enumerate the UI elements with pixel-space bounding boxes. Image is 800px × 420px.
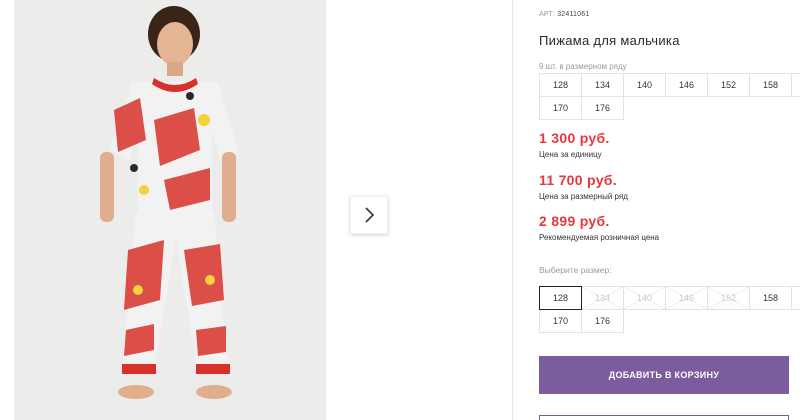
size-option-128[interactable]: 128 [539, 286, 582, 310]
size-option-176[interactable]: 176 [581, 309, 624, 333]
series-size-cell: 140 [623, 73, 666, 97]
unit-price-label: Цена за единицу [539, 150, 602, 159]
series-size-cell: 164 [791, 73, 800, 97]
size-option-146[interactable]: 146 [665, 286, 708, 310]
product-page: АРТ: 32411061 Пижама для мальчика 9 шт. … [0, 0, 800, 420]
article-code: 32411061 [557, 11, 590, 18]
product-gallery [14, 0, 326, 420]
series-price-label: Цена за размерный ряд [539, 192, 628, 201]
size-option-158[interactable]: 158 [749, 286, 792, 310]
series-size-cell: 170 [539, 96, 582, 120]
product-photo [14, 0, 326, 420]
article-number: АРТ: 32411061 [539, 11, 589, 18]
size-option-170[interactable]: 170 [539, 309, 582, 333]
retail-price-label: Рекомендуемая розничная цена [539, 233, 660, 242]
add-to-cart-button[interactable]: ДОБАВИТЬ В КОРЗИНУ [539, 356, 789, 394]
chevron-right-icon [365, 207, 375, 223]
size-option-134[interactable]: 134 [581, 286, 624, 310]
size-picker-grid: 128 134 140 146 152 158 164 170 176 [539, 286, 800, 333]
size-option-164[interactable]: 164 [791, 286, 800, 310]
series-size-cell: 146 [665, 73, 708, 97]
series-size-cell: 176 [581, 96, 624, 120]
size-series-note: 9 шт. в размерном ряду [539, 62, 627, 71]
divider [512, 0, 513, 420]
product-info-panel: АРТ: 32411061 Пижама для мальчика 9 шт. … [539, 0, 800, 420]
size-series-grid: 128 134 140 146 152 158 164 170 176 [539, 73, 800, 120]
unit-price: 1 300 руб. [539, 130, 610, 146]
secondary-button[interactable] [539, 415, 789, 420]
series-size-cell: 158 [749, 73, 792, 97]
series-price: 11 700 руб. [539, 172, 617, 188]
article-label: АРТ: [539, 11, 556, 18]
series-size-cell: 152 [707, 73, 750, 97]
series-size-cell: 128 [539, 73, 582, 97]
gallery-next-button[interactable] [350, 196, 388, 234]
product-title: Пижама для мальчика [539, 33, 680, 48]
size-option-152[interactable]: 152 [707, 286, 750, 310]
retail-price: 2 899 руб. [539, 213, 610, 229]
size-option-140[interactable]: 140 [623, 286, 666, 310]
choose-size-label: Выберите размер: [539, 265, 612, 275]
series-size-cell: 134 [581, 73, 624, 97]
